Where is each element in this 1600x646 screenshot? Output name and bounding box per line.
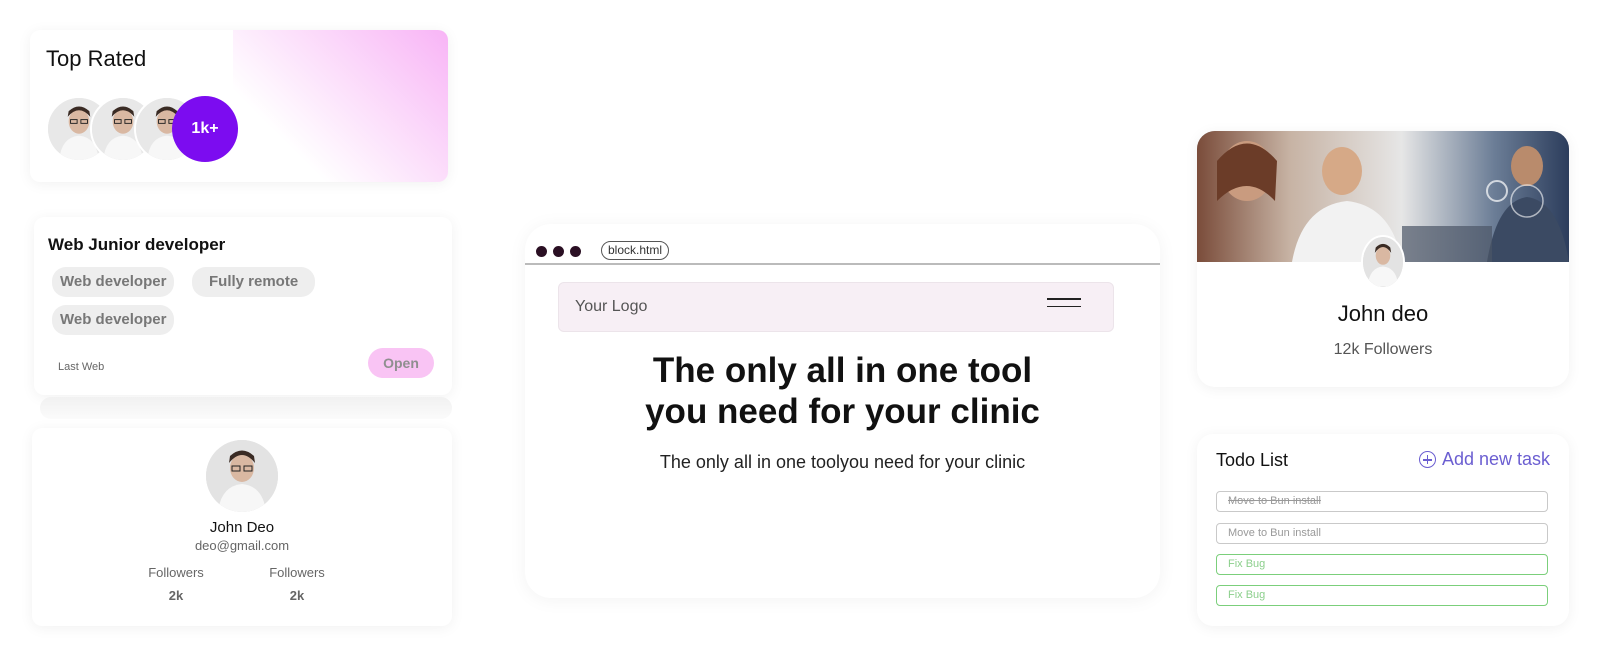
hero-title: The only all in one tool you need for yo… [525,350,1160,432]
stat-label: Followers [269,565,325,580]
menu-icon[interactable] [1047,298,1081,310]
followers-stat: Followers 2k [252,565,342,603]
window-controls [536,246,581,257]
browser-dot-icon[interactable] [570,246,581,257]
open-button[interactable]: Open [368,348,434,378]
browser-mockup: block.html Your Logo The only all in one… [525,224,1160,598]
hero-title-line: you need for your clinic [645,392,1040,431]
job-tag[interactable]: Web developer [52,305,175,335]
top-rated-card: Top Rated 1k+ [30,30,448,182]
todo-item[interactable]: Move to Bun install [1216,491,1548,512]
followers-stat: Followers 2k [131,565,221,603]
todo-item[interactable]: Move to Bun install [1216,523,1548,544]
stat-value: 2k [168,588,184,603]
job-card: Web Junior developer Web developer Fully… [34,217,452,395]
job-meta: Last Web [58,361,105,373]
profile-name: John deo [1337,301,1429,326]
job-tag[interactable]: Web developer [52,267,175,297]
hero-subtitle: The only all in one toolyou need for you… [659,452,1026,472]
todo-card: Todo List Add new task Move to Bun insta… [1197,434,1569,626]
avatar[interactable] [1361,235,1405,289]
card-gradient [233,30,448,182]
site-logo[interactable]: Your Logo [575,298,647,316]
stat-value: 2k [289,588,305,603]
social-profile-card: John deo 12k Followers [1197,131,1569,387]
site-navbar: Your Logo [558,282,1114,332]
followers-count: 12k Followers [1333,341,1433,358]
card-shadow-decoration [40,397,452,419]
add-task-label: Add new task [1441,449,1550,469]
avatar[interactable] [206,440,278,512]
hero-title-line: The only all in one tool [652,351,1033,390]
browser-divider [525,263,1160,265]
url-bar[interactable]: block.html [601,241,670,260]
browser-dot-icon[interactable] [536,246,547,257]
profile-card: John Deo deo@gmail.com Followers 2k Foll… [32,428,452,626]
add-task-button[interactable]: Add new task [1418,449,1550,470]
top-rated-title: Top Rated [46,46,147,71]
browser-dot-icon[interactable] [553,246,564,257]
todo-title: Todo List [1216,450,1289,470]
count-badge[interactable]: 1k+ [172,96,238,162]
todo-item[interactable]: Fix Bug [1216,554,1548,575]
stat-label: Followers [148,565,204,580]
job-title: Web Junior developer [48,235,226,254]
profile-email: deo@gmail.com [194,538,290,553]
profile-name: John Deo [209,519,275,536]
todo-item[interactable]: Fix Bug [1216,585,1548,606]
plus-circle-icon [1418,451,1436,468]
job-tag[interactable]: Fully remote [192,267,316,297]
